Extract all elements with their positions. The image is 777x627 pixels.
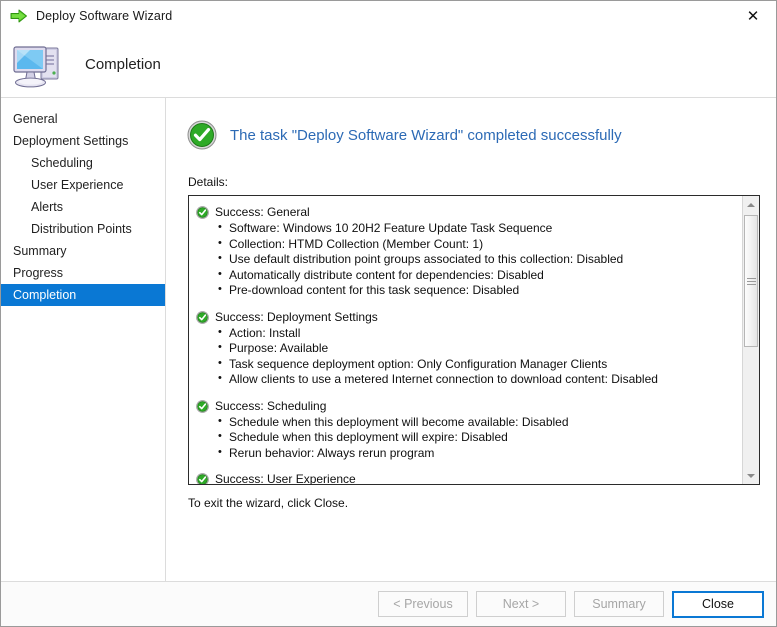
detail-group-user-experience: Success: User Experience Allow users to … bbox=[196, 472, 736, 484]
green-check-circle-icon bbox=[196, 310, 209, 324]
list-item: Task sequence deployment option: Only Co… bbox=[196, 356, 736, 373]
scroll-down-icon[interactable] bbox=[743, 467, 759, 484]
detail-group-heading: Success: User Experience bbox=[196, 472, 736, 484]
green-check-circle-icon bbox=[187, 120, 217, 150]
next-button[interactable]: Next > bbox=[476, 591, 566, 617]
close-icon[interactable]: ✕ bbox=[730, 1, 776, 31]
deploy-software-wizard-window: Deploy Software Wizard ✕ Completion Gene… bbox=[0, 0, 777, 627]
detail-group-scheduling: Success: Scheduling Schedule when this d… bbox=[196, 399, 736, 462]
scrollbar-grip-icon bbox=[746, 276, 756, 287]
scrollbar-thumb[interactable] bbox=[744, 215, 758, 347]
sidebar-item-deployment-settings[interactable]: Deployment Settings bbox=[1, 130, 165, 152]
sidebar-item-user-experience[interactable]: User Experience bbox=[1, 174, 165, 196]
computer-icon bbox=[10, 39, 66, 91]
detail-group-heading: Success: Scheduling bbox=[196, 399, 736, 414]
green-check-circle-icon bbox=[196, 473, 209, 484]
wizard-header: Completion bbox=[1, 32, 776, 98]
scrollbar-track[interactable] bbox=[743, 213, 759, 467]
wizard-steps-sidebar: General Deployment Settings Scheduling U… bbox=[1, 98, 166, 581]
wizard-content: The task "Deploy Software Wizard" comple… bbox=[166, 98, 776, 581]
list-item: Allow clients to use a metered Internet … bbox=[196, 371, 736, 388]
list-item: Pre-download content for this task seque… bbox=[196, 282, 736, 299]
sidebar-item-alerts[interactable]: Alerts bbox=[1, 196, 165, 218]
previous-button[interactable]: < Previous bbox=[378, 591, 468, 617]
list-item: Software: Windows 10 20H2 Feature Update… bbox=[196, 220, 736, 237]
detail-bullet-list: Software: Windows 10 20H2 Feature Update… bbox=[196, 220, 736, 299]
title-bar: Deploy Software Wizard ✕ bbox=[1, 1, 776, 32]
list-item: Action: Install bbox=[196, 325, 736, 342]
wizard-body: General Deployment Settings Scheduling U… bbox=[1, 98, 776, 581]
list-item: Rerun behavior: Always rerun program bbox=[196, 445, 736, 462]
detail-bullet-list: Action: Install Purpose: Available Task … bbox=[196, 325, 736, 388]
list-item: Schedule when this deployment will becom… bbox=[196, 414, 736, 431]
list-item: Schedule when this deployment will expir… bbox=[196, 429, 736, 446]
sidebar-item-distribution-points[interactable]: Distribution Points bbox=[1, 218, 165, 240]
detail-bullet-list: Schedule when this deployment will becom… bbox=[196, 414, 736, 462]
list-item: Automatically distribute content for dep… bbox=[196, 267, 736, 284]
green-check-circle-icon bbox=[196, 206, 209, 219]
detail-group-title: Success: User Experience bbox=[215, 472, 356, 484]
exit-instruction: To exit the wizard, click Close. bbox=[188, 496, 349, 510]
details-list-content: Success: General Software: Windows 10 20… bbox=[189, 196, 742, 484]
scroll-up-icon[interactable] bbox=[743, 196, 759, 213]
detail-group-title: Success: Deployment Settings bbox=[215, 309, 378, 324]
details-listbox[interactable]: Success: General Software: Windows 10 20… bbox=[188, 195, 760, 485]
window-title: Deploy Software Wizard bbox=[36, 9, 173, 23]
green-arrow-icon bbox=[8, 5, 30, 27]
list-item: Purpose: Available bbox=[196, 340, 736, 357]
detail-group-deployment-settings: Success: Deployment Settings Action: Ins… bbox=[196, 310, 736, 388]
sidebar-item-progress[interactable]: Progress bbox=[1, 262, 165, 284]
wizard-footer: < Previous Next > Summary Close bbox=[1, 581, 776, 626]
sidebar-item-completion[interactable]: Completion bbox=[1, 284, 165, 306]
close-button[interactable]: Close bbox=[672, 590, 764, 618]
detail-group-title: Success: General bbox=[215, 205, 310, 219]
details-label: Details: bbox=[188, 175, 229, 189]
sidebar-item-scheduling[interactable]: Scheduling bbox=[1, 152, 165, 174]
success-banner: The task "Deploy Software Wizard" comple… bbox=[187, 120, 760, 150]
green-check-circle-icon bbox=[196, 399, 209, 413]
success-message: The task "Deploy Software Wizard" comple… bbox=[230, 126, 622, 144]
detail-group-heading: Success: Deployment Settings bbox=[196, 310, 736, 325]
detail-group-title: Success: Scheduling bbox=[215, 398, 327, 413]
summary-button[interactable]: Summary bbox=[574, 591, 664, 617]
detail-group-heading: Success: General bbox=[196, 205, 736, 220]
sidebar-item-general[interactable]: General bbox=[1, 108, 165, 130]
list-item: Use default distribution point groups as… bbox=[196, 251, 736, 268]
sidebar-item-summary[interactable]: Summary bbox=[1, 240, 165, 262]
details-scrollbar[interactable] bbox=[742, 196, 759, 484]
detail-group-general: Success: General Software: Windows 10 20… bbox=[196, 205, 736, 299]
page-title: Completion bbox=[85, 56, 161, 73]
list-item: Collection: HTMD Collection (Member Coun… bbox=[196, 236, 736, 253]
